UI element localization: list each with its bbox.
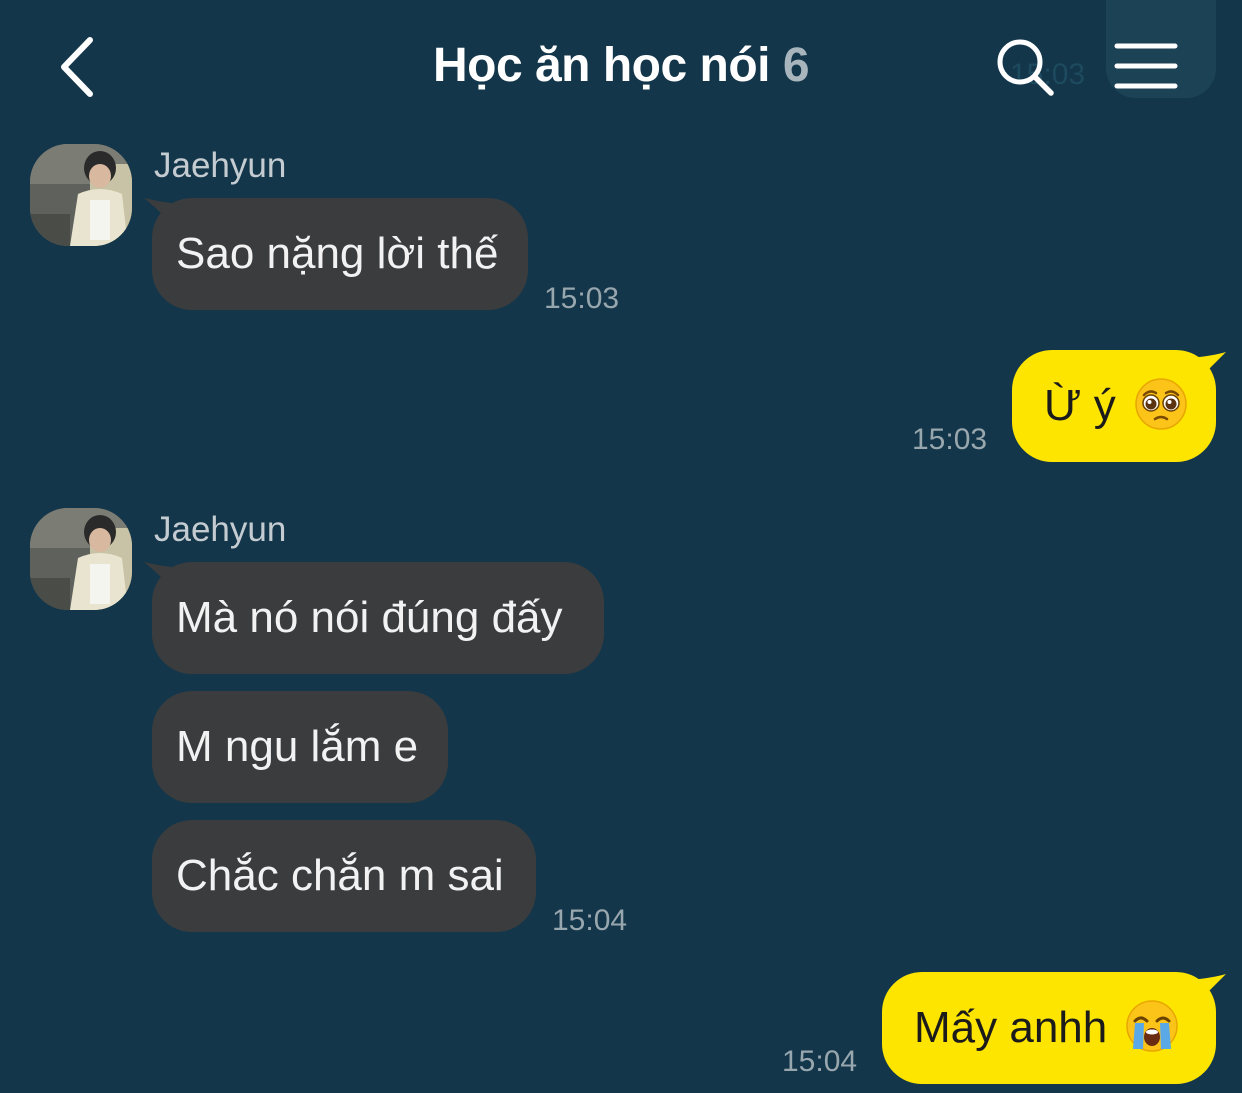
menu-button[interactable]: [1112, 38, 1180, 94]
avatar[interactable]: [30, 144, 132, 246]
sender-name: Jaehyun: [154, 146, 287, 185]
search-button[interactable]: [992, 34, 1058, 100]
bubble-tail: [1190, 974, 1226, 1010]
message-bubble[interactable]: Mà nó nói đúng đấy: [152, 562, 604, 674]
message-text: Mấy anhh: [914, 1003, 1108, 1052]
menu-icon: [1114, 43, 1178, 89]
chat-header: Học ăn học nói 6 15:03: [0, 0, 1242, 136]
profile-photo: [30, 144, 132, 246]
pleading-face-icon: [1135, 378, 1187, 431]
message-time: 15:03: [912, 423, 988, 456]
message-time: 15:03: [544, 282, 620, 315]
loudly-crying-face-icon: [1126, 1000, 1178, 1053]
chat-room-name: Học ăn học nói: [432, 39, 771, 92]
sender-name: Jaehyun: [154, 510, 287, 549]
message-bubble[interactable]: Mấy anhh: [882, 972, 1216, 1084]
profile-photo: [30, 508, 132, 610]
message-time: 15:04: [552, 904, 628, 937]
bubble-tail: [1190, 352, 1226, 388]
message-bubble[interactable]: Chắc chắn m sai: [152, 820, 536, 932]
search-icon: [997, 39, 1054, 96]
message-bubble[interactable]: Sao nặng lời thế: [152, 198, 528, 310]
message-time: 15:04: [782, 1045, 858, 1078]
message-text: Ừ ý: [1044, 381, 1116, 430]
message-bubble[interactable]: Ừ ý: [1012, 350, 1216, 462]
avatar[interactable]: [30, 508, 132, 610]
member-count: 6: [782, 39, 810, 92]
message-bubble[interactable]: M ngu lắm e: [152, 691, 448, 803]
